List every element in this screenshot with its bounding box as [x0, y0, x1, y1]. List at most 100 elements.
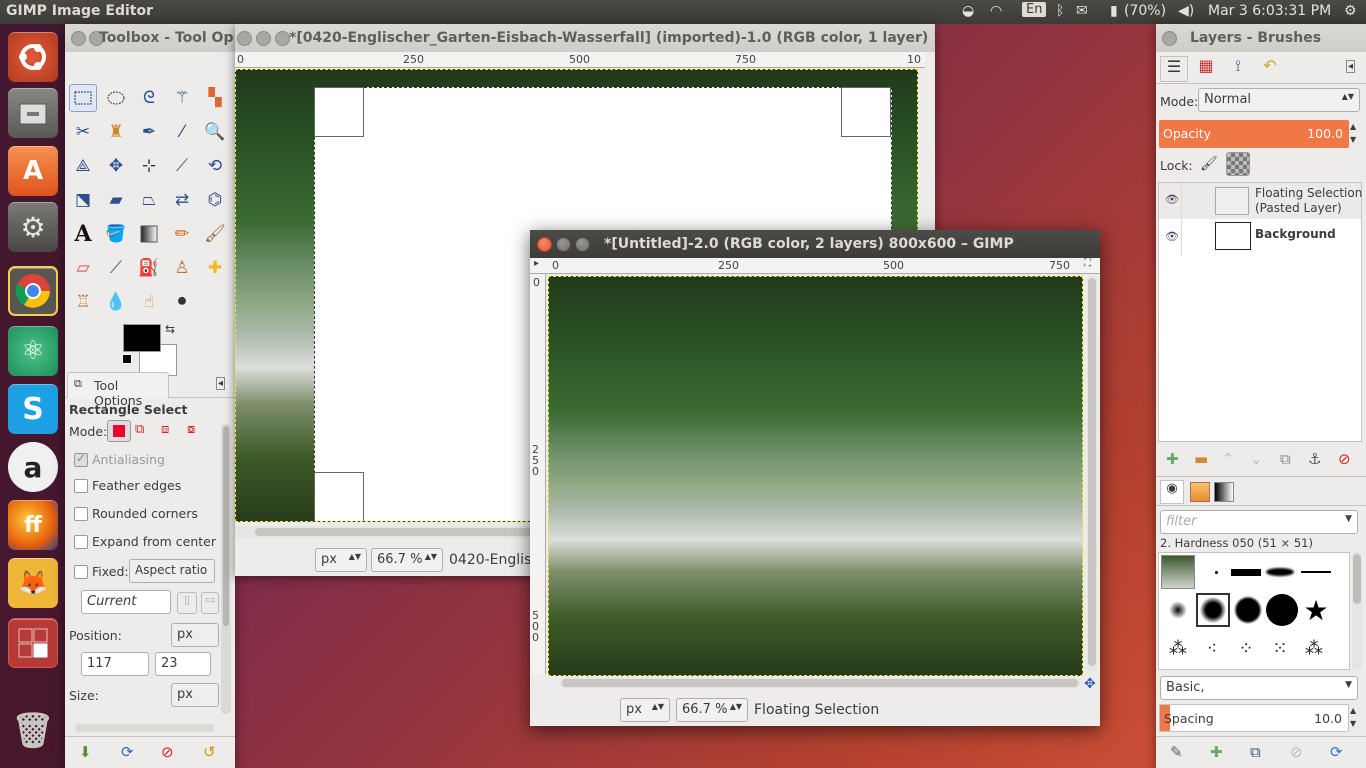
foreground-color-swatch[interactable]	[123, 324, 161, 352]
battery-percent[interactable]: (70%)	[1124, 3, 1166, 19]
fixed-checkbox[interactable]	[74, 565, 88, 579]
gimp-icon[interactable]: 🦊	[8, 558, 58, 608]
atom-icon[interactable]: ⚛	[8, 326, 58, 376]
perspective-clone-tool-icon[interactable]: ♖	[69, 288, 97, 316]
restore-options-icon[interactable]: ⟳	[121, 743, 134, 761]
blur-tool-icon[interactable]: 💧	[102, 288, 130, 316]
bluetooth-icon[interactable]: ᛒ	[1056, 3, 1064, 19]
clone-tool-icon[interactable]: ♙	[168, 254, 196, 282]
brush-splatter-1[interactable]: ⁂	[1161, 631, 1195, 665]
delete-layer-icon[interactable]: ⊘	[1338, 450, 1351, 468]
delete-brush-icon[interactable]: ⊘	[1290, 743, 1303, 761]
layer-name[interactable]: Background	[1255, 227, 1336, 241]
brush-line-thin[interactable]	[1299, 555, 1333, 589]
tab-menu-icon[interactable]: ◂	[1346, 60, 1356, 73]
brush-splatter-3[interactable]: ⁘	[1229, 631, 1263, 665]
volume-icon[interactable]: ◀)	[1178, 3, 1194, 19]
color-picker-tool-icon[interactable]: ⁄	[168, 118, 196, 146]
cage-transform-tool-icon[interactable]: ⌬	[201, 186, 229, 214]
eraser-tool-icon[interactable]: ▱	[69, 254, 97, 282]
brush-line-thick[interactable]	[1229, 555, 1263, 589]
vertical-scrollbar[interactable]	[1087, 276, 1097, 672]
layer-row[interactable]: 👁 Background	[1159, 220, 1361, 256]
ubuntu-dash-icon[interactable]	[8, 32, 58, 82]
fuzzy-select-tool-icon[interactable]: ⚚	[168, 84, 196, 112]
minimize-button[interactable]	[256, 31, 271, 46]
brush-line-blur[interactable]	[1263, 555, 1297, 589]
shear-tool-icon[interactable]: ▰	[102, 186, 130, 214]
horizontal-ruler[interactable]: ▸ 0 250 500 750 ⛶	[530, 258, 1100, 274]
visibility-eye-icon[interactable]: 👁	[1165, 193, 1179, 206]
brush-tag-input[interactable]: Basic, ▼	[1160, 676, 1358, 700]
layer-mode-select[interactable]: Normal ▲▼	[1198, 88, 1360, 112]
layer-name[interactable]: Floating Selection (Pasted Layer)	[1255, 186, 1362, 216]
tab-tool-options[interactable]: ⧉ Tool Options	[67, 372, 169, 408]
edit-brush-icon[interactable]: ✎	[1170, 743, 1183, 761]
quick-mask-icon[interactable]: ▸	[534, 258, 539, 269]
brush-soft-small[interactable]	[1161, 593, 1195, 627]
pencil-tool-icon[interactable]: ✏	[168, 220, 196, 248]
unit-select[interactable]: px ▲▼	[620, 698, 670, 722]
mode-intersect-button[interactable]: ⧇	[187, 422, 195, 437]
mode-add-button[interactable]: ⧉	[135, 422, 144, 437]
mode-subtract-button[interactable]: ⧈	[161, 422, 169, 437]
feather-edges-checkbox[interactable]	[74, 479, 88, 493]
paths-tool-icon[interactable]: ✒	[135, 118, 163, 146]
tab-undo[interactable]: ↶	[1256, 56, 1284, 82]
clock[interactable]: Mar 3 6:03:31 PM	[1208, 3, 1331, 19]
power-gear-icon[interactable]: ⚙	[1344, 3, 1357, 19]
selection-handle[interactable]	[314, 472, 364, 521]
select-by-color-tool-icon[interactable]: ▚	[201, 84, 229, 112]
chrome-icon[interactable]	[8, 266, 58, 316]
tab-layers[interactable]: ☰	[1160, 56, 1188, 82]
opacity-slider[interactable]: Opacity 100.0	[1159, 120, 1349, 148]
vertical-ruler[interactable]: 0 250 500	[530, 274, 546, 674]
position-y-input[interactable]: 23	[155, 652, 211, 676]
brush-hardness-100[interactable]	[1265, 593, 1299, 627]
maximize-button[interactable]	[275, 31, 290, 46]
bucket-fill-tool-icon[interactable]: 🪣	[102, 220, 130, 248]
fixed-mode-select[interactable]: Aspect ratio	[129, 559, 215, 583]
lower-layer-icon[interactable]: ⌄	[1250, 450, 1263, 468]
expand-from-center-checkbox[interactable]	[74, 535, 88, 549]
landscape-icon[interactable]: ▭	[201, 592, 219, 614]
ellipse-select-tool-icon[interactable]	[102, 84, 130, 112]
perspective-tool-icon[interactable]: ⏢	[135, 186, 163, 214]
brush-grid-scrollbar[interactable]	[1352, 552, 1362, 670]
measure-tool-icon[interactable]: ⟁	[69, 152, 97, 180]
rounded-corners-checkbox[interactable]	[74, 507, 88, 521]
smudge-tool-icon[interactable]: ☝	[135, 288, 163, 316]
foreground-select-tool-icon[interactable]: ♜	[102, 118, 130, 146]
heal-tool-icon[interactable]: ✚	[201, 254, 229, 282]
brush-splatter-2[interactable]: ⁖	[1195, 631, 1229, 665]
size-unit-select[interactable]: px	[171, 683, 219, 707]
navigate-icon[interactable]: ✥	[1084, 676, 1096, 692]
align-tool-icon[interactable]: ⊹	[135, 152, 163, 180]
mail-icon[interactable]: ✉	[1076, 3, 1088, 19]
duplicate-layer-icon[interactable]: ⧉	[1280, 450, 1291, 468]
refresh-brushes-icon[interactable]: ⟳	[1330, 743, 1343, 761]
brush-splatter-4[interactable]: ⁙	[1263, 631, 1297, 665]
amazon-icon[interactable]: a	[8, 442, 58, 492]
horizontal-scrollbar[interactable]	[560, 678, 1080, 688]
tab-paths[interactable]: ⟟	[1224, 56, 1252, 82]
crop-tool-icon[interactable]: ⟋	[168, 152, 196, 180]
software-center-icon[interactable]: A	[8, 146, 58, 196]
close-button[interactable]	[1162, 31, 1177, 46]
text-tool-icon[interactable]: A	[69, 220, 97, 248]
opacity-stepper[interactable]: ▲ ▼	[1350, 120, 1356, 146]
tab-gradients[interactable]	[1214, 482, 1234, 502]
horizontal-ruler[interactable]: 0 250 500 750 10	[235, 52, 925, 68]
save-options-icon[interactable]: ⬇	[79, 743, 92, 761]
paintbrush-tool-icon[interactable]: 🖌	[201, 220, 229, 248]
wifi-icon[interactable]: ◠	[990, 3, 1002, 19]
rotate-tool-icon[interactable]: ⟲	[201, 152, 229, 180]
minimize-button[interactable]	[556, 237, 571, 252]
zoom-tool-icon[interactable]: 🔍	[201, 118, 229, 146]
brush-hardness-075[interactable]	[1231, 593, 1265, 627]
keyboard-layout-indicator[interactable]: En	[1022, 2, 1047, 17]
new-layer-icon[interactable]: ✚	[1166, 450, 1179, 468]
position-x-input[interactable]: 117	[81, 652, 149, 676]
anchor-layer-icon[interactable]: ⚓	[1308, 450, 1321, 468]
new-layer-group-icon[interactable]: ▬	[1194, 450, 1208, 468]
